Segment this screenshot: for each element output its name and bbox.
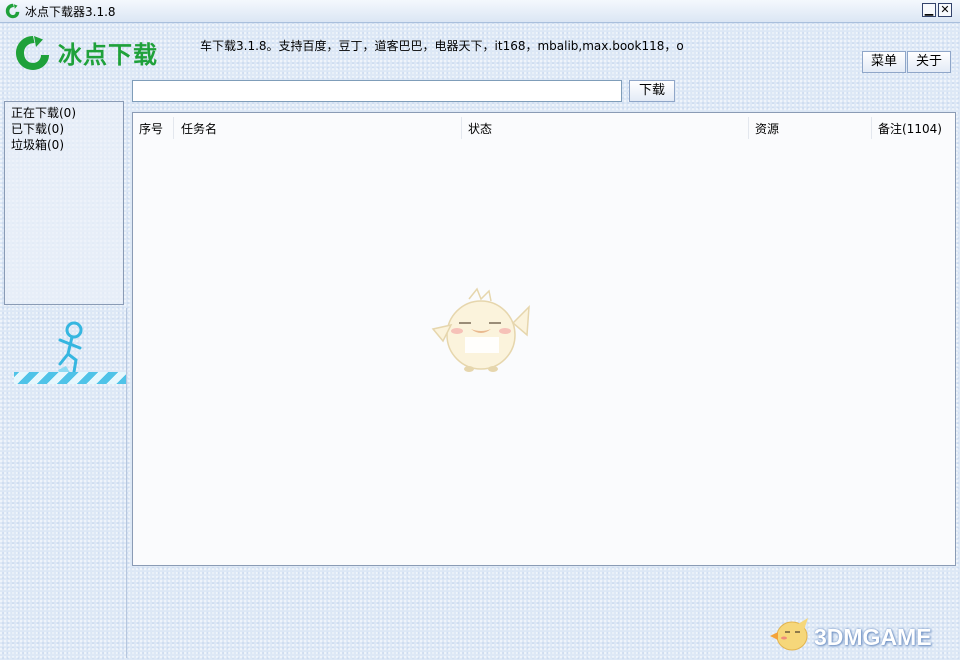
column-divider [748, 117, 749, 139]
title-bar: 冰点下载器3.1.8 ▁ ✕ [0, 0, 960, 23]
task-table: 序号 任务名 状态 资源 备注(1104) [132, 112, 956, 566]
menu-button[interactable]: 菜单 [862, 51, 906, 73]
table-header: 序号 任务名 状态 资源 备注(1104) [133, 113, 955, 141]
column-header-task-name[interactable]: 任务名 [181, 120, 217, 137]
close-icon[interactable]: ✕ [938, 3, 952, 17]
column-header-source[interactable]: 资源 [755, 120, 779, 137]
sidebar-decoration [4, 308, 127, 658]
brand-name: 冰点下载 [58, 41, 158, 69]
category-list: 正在下载(0) 已下载(0) 垃圾箱(0) [4, 101, 124, 305]
window-title: 冰点下载器3.1.8 [25, 5, 116, 19]
column-divider [871, 117, 872, 139]
download-button[interactable]: 下载 [629, 80, 675, 102]
watermark-text: 3DMGAME [814, 624, 932, 650]
column-divider [173, 117, 174, 139]
minimize-icon[interactable]: ▁ [922, 3, 936, 17]
watermark-bird-icon [770, 618, 808, 651]
notice-text: 车下载3.1.8。支持百度，豆丁，道客巴巴，电器天下，it168，mbalib,… [200, 39, 684, 53]
progress-stripe [14, 372, 126, 384]
watermark: 3DMGAME [768, 610, 954, 656]
app-header: 冰点下载 车下载3.1.8。支持百度，豆丁，道客巴巴，电器天下，it168，mb… [0, 23, 960, 79]
column-header-status[interactable]: 状态 [468, 120, 492, 137]
brand-logo-icon [16, 36, 49, 70]
column-header-notes[interactable]: 备注(1104) [878, 120, 942, 137]
about-button[interactable]: 关于 [907, 51, 951, 73]
app-logo-icon [5, 3, 20, 19]
sidebar-item-trash[interactable]: 垃圾箱(0) [11, 137, 117, 153]
url-input[interactable] [132, 80, 622, 102]
mascot-bird-icon [431, 287, 530, 372]
sidebar-item-downloading[interactable]: 正在下载(0) [11, 105, 117, 121]
column-divider [461, 117, 462, 139]
column-header-index[interactable]: 序号 [139, 120, 163, 137]
sidebar-item-downloaded[interactable]: 已下载(0) [11, 121, 117, 137]
